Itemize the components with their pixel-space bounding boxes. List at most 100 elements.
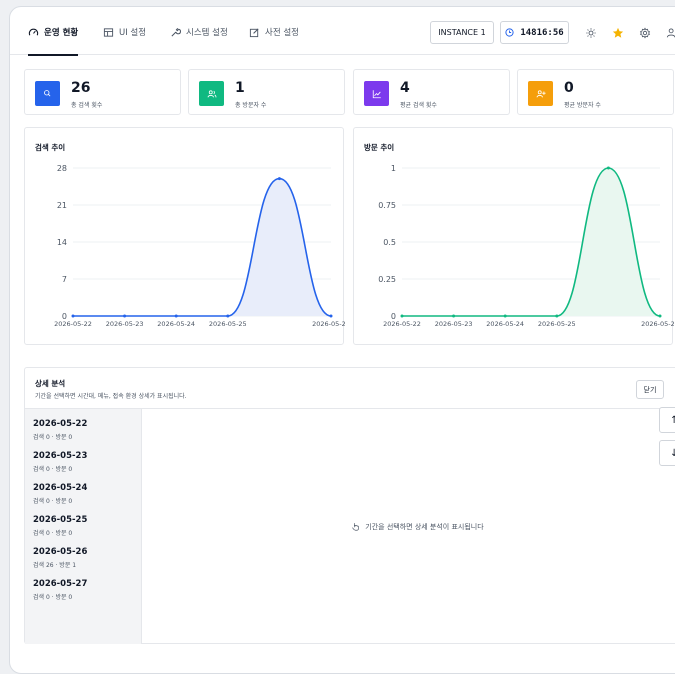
stat-card-total-searches: 26 총 검색 횟수 [24,69,181,115]
date-label: 2026-05-25 [33,515,88,525]
stat-card-avg-searches: 4 평균 검색 횟수 [353,69,510,115]
arrow-up-icon: ↑ [670,415,675,426]
close-button[interactable]: 닫기 [636,380,664,399]
tab-label: 사전 설정 [265,28,299,38]
app-window: 운영 현황 UI 설정 시스템 설정 사전 설정 INSTANCE 1 1481… [9,6,675,674]
data-point [277,177,281,181]
y-tick-label: 1 [391,164,396,173]
search-trend-panel: 검색 추이 0 7 14 21 28 2026-05-22 2026-05-23 2026-0… [24,127,345,345]
date-label: 2026-05-27 [33,579,88,589]
stat-value: 4 [400,80,410,96]
date-label: 2026-05-22 [33,419,88,429]
stat-card-total-visitors: 1 총 방문자 수 [188,69,345,115]
x-tick-label: 2026-05-24 [157,320,195,328]
y-tick-label: 0.5 [383,238,396,247]
detail-subtitle: 기간을 선택하면 시간대, 메뉴, 접속 환경 상세가 표시됩니다. [35,393,187,400]
stat-label: 평균 방문자 수 [564,102,601,109]
date-list: 2026-05-22 검색 0 · 방문 0 2026-05-23 검색 0 ·… [25,408,142,644]
date-meta: 검색 0 · 방문 0 [33,594,73,601]
data-point [226,314,230,318]
scroll-up-button[interactable]: ↑ [659,407,675,433]
data-point [658,314,662,318]
date-item[interactable]: 2026-05-24 검색 0 · 방문 0 [33,483,87,505]
data-point [555,314,559,318]
user-plus-icon [528,81,553,106]
data-point [174,314,178,318]
date-label: 2026-05-26 [33,547,88,557]
stat-label: 총 방문자 수 [235,102,267,109]
series-area [73,178,331,316]
x-tick-label: 2026-05-23 [435,320,473,328]
date-meta: 검색 0 · 방문 0 [33,434,73,441]
date-item[interactable]: 2026-05-26 검색 26 · 방문 1 [33,547,87,569]
stat-value: 0 [564,80,574,96]
data-point [329,314,333,318]
x-tick-label: 2026-05-27 [312,320,345,328]
edit-icon [249,27,259,37]
data-point [503,314,507,318]
gear-icon [639,27,651,39]
search-trend-chart: 071421282026-05-22 2026-05-23 2026-05-24 20… [54,164,345,328]
data-point [452,314,456,318]
y-tick-label: 0.75 [378,201,396,210]
date-meta: 검색 26 · 방문 1 [33,562,77,569]
tab-ui-settings[interactable]: UI 설정 [103,21,146,43]
y-tick-label: 28 [57,164,67,173]
arrow-down-icon: ↓ [670,448,675,459]
scroll-down-button[interactable]: ↓ [659,440,675,466]
date-item[interactable]: 2026-05-25 검색 0 · 방문 0 [33,515,87,537]
y-tick-label: 21 [57,201,67,210]
data-point [606,166,610,170]
tab-operations[interactable]: 운영 현황 [28,21,79,56]
date-item[interactable]: 2026-05-22 검색 0 · 방문 0 [33,419,87,441]
favorite-button[interactable] [611,26,625,40]
chart-line-icon [364,81,389,106]
stat-label: 평균 검색 횟수 [400,102,437,109]
date-label: 2026-05-23 [33,451,88,461]
clock-time: 14816:56 [520,27,564,38]
x-tick-label: 2026-05-25 [209,320,247,328]
wrench-icon [171,27,181,37]
x-tick-label: 2026-05-24 [486,320,524,328]
x-tick-label: 2026-05-25 [538,320,576,328]
data-point [400,314,404,318]
date-meta: 검색 0 · 방문 0 [33,466,73,473]
theme-toggle-button[interactable] [584,26,598,40]
detail-analysis-panel: 상세 분석 기간을 선택하면 시간대, 메뉴, 접속 환경 상세가 표시됩니다.… [24,367,675,644]
search-icon [35,81,60,106]
instance-label: INSTANCE 1 [438,28,486,37]
data-point [71,314,75,318]
user-button[interactable] [665,26,675,40]
y-tick-label: 7 [62,275,67,284]
tab-system-settings[interactable]: 시스템 설정 [170,21,228,43]
detail-title: 상세 분석 [35,379,66,388]
date-item[interactable]: 2026-05-27 검색 0 · 방문 0 [33,579,87,601]
y-tick-label: 14 [57,238,67,247]
x-tick-label: 2026-05-23 [106,320,144,328]
tab-label: UI 설정 [119,28,147,38]
gauge-icon [28,28,39,36]
top-nav: 운영 현황 UI 설정 시스템 설정 사전 설정 INSTANCE 1 1481… [10,7,675,56]
stat-card-avg-visitors: 0 평균 방문자 수 [517,69,674,115]
instance-selector[interactable]: INSTANCE 1 [430,21,494,44]
stat-label: 총 검색 횟수 [71,102,103,109]
date-meta: 검색 0 · 방문 0 [33,530,73,537]
tab-dictionary-settings[interactable]: 사전 설정 [249,21,299,43]
empty-state-text: 기간을 선택하면 상세 분석이 표시됩니다 [365,522,484,531]
data-point [123,314,127,318]
y-tick-label: 0.25 [378,275,396,284]
date-label: 2026-05-24 [33,483,88,493]
x-tick-label: 2026-05-22 [54,320,92,328]
clock-display: 14816:56 [500,21,569,44]
date-meta: 검색 0 · 방문 0 [33,498,73,505]
x-tick-label: 2026-05-27 [641,320,674,328]
users-icon [199,81,224,106]
tab-label: 운영 현황 [44,28,79,38]
user-icon [666,28,675,38]
stat-value: 1 [235,80,245,96]
visit-trend-panel: 방문 추이 0 0.25 0.5 0.75 1 2026-05-22 2026-05-23 2… [353,127,674,345]
settings-button[interactable] [638,26,652,40]
visit-trend-chart: 00.250.50.7512026-05-22 2026-05-23 2026-05… [378,164,674,328]
x-tick-label: 2026-05-22 [383,320,421,328]
date-item[interactable]: 2026-05-23 검색 0 · 방문 0 [33,451,87,473]
